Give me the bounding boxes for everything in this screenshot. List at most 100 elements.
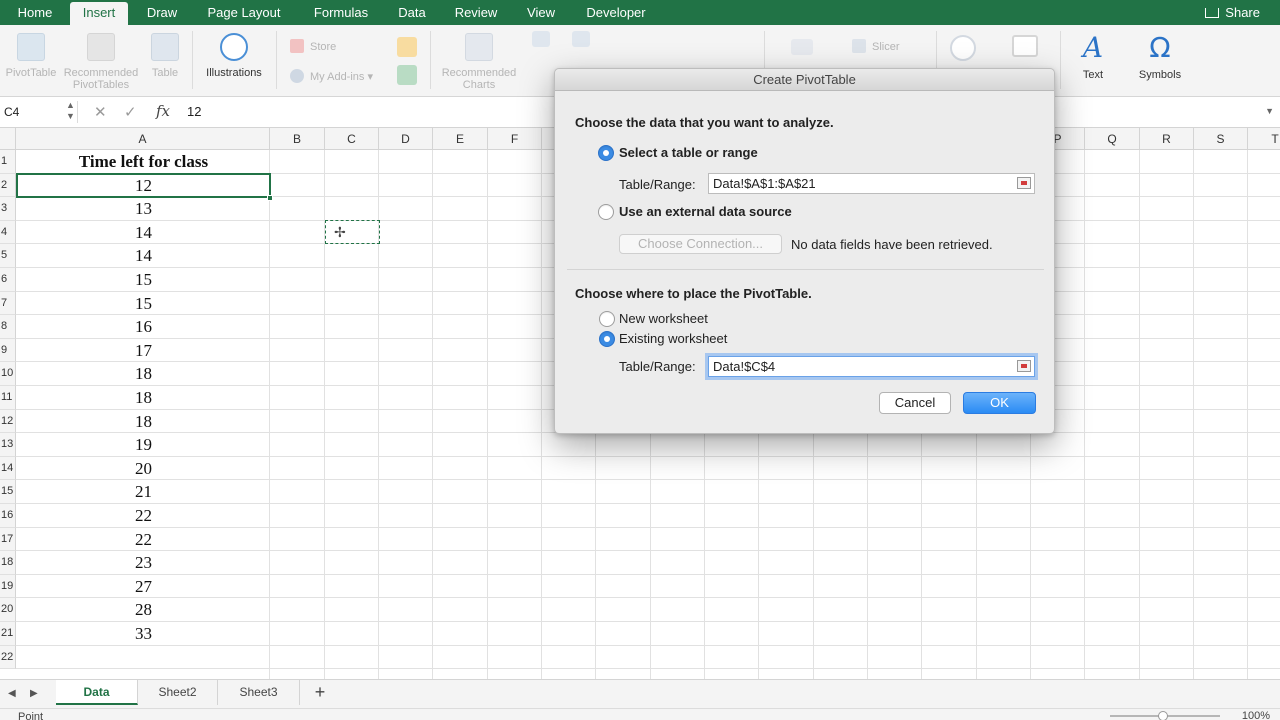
row-header[interactable]: 6 [0,268,16,292]
row-header[interactable]: 14 [0,456,16,481]
row-header[interactable]: 2 [0,173,16,198]
add-sheet-icon[interactable]: + [310,682,330,702]
existing-worksheet-radio[interactable] [599,331,615,347]
text-button[interactable]: A Text [1070,33,1116,82]
my-addins-button[interactable]: My Add-ins ▾ [290,69,373,83]
insert-function-icon[interactable]: fx [156,102,170,120]
select-all-corner[interactable] [0,128,16,150]
tab-home[interactable]: Home [8,0,62,25]
tab-formulas[interactable]: Formulas [304,0,378,25]
row-header[interactable]: 19 [0,574,16,599]
cancel-formula-icon[interactable]: ✕ [94,103,107,121]
tab-data[interactable]: Data [392,0,432,25]
name-box-stepper-icon[interactable]: ▲ ▼ [66,100,75,122]
recommended-pivottables-button[interactable]: Recommended PivotTables [60,33,142,91]
symbols-button[interactable]: Ω Symbols [1132,33,1188,82]
formula-input[interactable]: 12 [187,104,201,119]
column-header[interactable]: A [16,128,270,150]
excel-addin-button[interactable] [396,65,418,91]
row-header[interactable]: 13 [0,433,16,457]
column-header[interactable]: D [379,128,433,150]
row-header[interactable]: 4 [0,220,16,245]
column-a-value-cell[interactable]: 21 [17,480,270,504]
select-table-range-radio[interactable] [598,145,614,161]
column-a-value-cell[interactable]: 16 [17,315,270,339]
fill-handle[interactable] [267,195,273,201]
store-button[interactable]: Store [290,39,336,53]
row-header[interactable]: 9 [0,338,16,363]
column-a-value-cell[interactable]: 20 [17,457,270,481]
comment-button[interactable] [1008,35,1042,63]
column-a-value-cell[interactable]: 18 [17,386,270,410]
next-sheet-icon[interactable]: ▶ [30,688,38,699]
column-a-value-cell[interactable]: 15 [17,268,270,292]
row-header[interactable]: 15 [0,480,16,504]
new-worksheet-radio[interactable] [599,311,615,327]
column-a-header-cell[interactable]: Time left for class [17,150,270,174]
column-a-value-cell[interactable]: 13 [17,197,270,221]
slicer-button[interactable]: Slicer [852,39,900,53]
sheet-tab-sheet3[interactable]: Sheet3 [218,680,300,705]
table-button[interactable]: Table [145,33,185,79]
column-a-value-cell[interactable]: 19 [17,433,270,457]
sheet-tab-sheet2[interactable]: Sheet2 [138,680,218,705]
link-button[interactable] [946,35,980,67]
collapse-dialog-icon[interactable] [1017,177,1031,189]
zoom-slider-thumb[interactable] [1158,711,1168,720]
tab-review[interactable]: Review [448,0,504,25]
new-worksheet-label[interactable]: New worksheet [619,311,708,326]
column-header[interactable]: F [488,128,542,150]
tab-view[interactable]: View [520,0,562,25]
tab-page-layout[interactable]: Page Layout [198,0,290,25]
column-a-value-cell[interactable]: 18 [17,410,270,434]
source-range-input[interactable]: Data!$A$1:$A$21 [708,173,1035,194]
row-header[interactable]: 16 [0,504,16,528]
illustrations-button[interactable]: Illustrations [200,33,268,79]
column-a-value-cell[interactable]: 23 [17,551,270,575]
row-header[interactable]: 20 [0,598,16,622]
row-header[interactable]: 11 [0,386,16,410]
prev-sheet-icon[interactable]: ◀ [8,688,16,699]
select-table-range-label[interactable]: Select a table or range [619,145,758,160]
column-a-value-cell[interactable]: 15 [17,292,270,316]
office-addin-button[interactable] [396,37,418,63]
existing-worksheet-label[interactable]: Existing worksheet [619,331,727,346]
hierarchy-chart-button[interactable] [570,31,592,53]
row-header[interactable]: 7 [0,291,16,316]
row-header[interactable]: 5 [0,244,16,268]
row-header[interactable]: 3 [0,197,16,221]
collapse-dialog-icon[interactable] [1017,360,1031,372]
column-a-value-cell[interactable]: 14 [17,221,270,245]
column-a-value-cell[interactable]: 14 [17,244,270,268]
row-header[interactable]: 12 [0,409,16,434]
row-header[interactable]: 22 [0,645,16,670]
column-header[interactable]: E [433,128,488,150]
column-header[interactable]: B [270,128,325,150]
external-source-radio[interactable] [598,204,614,220]
external-source-label[interactable]: Use an external data source [619,204,792,219]
share-button[interactable]: Share [1205,0,1260,25]
column-a-value-cell[interactable]: 27 [17,575,270,599]
confirm-formula-icon[interactable]: ✓ [124,103,137,121]
column-header[interactable]: T [1248,128,1280,150]
column-a-value-cell[interactable]: 18 [17,362,270,386]
zoom-slider[interactable] [1110,711,1220,720]
ok-button[interactable]: OK [963,392,1036,414]
recommended-charts-button[interactable]: Recommended Charts [440,33,518,91]
row-header[interactable]: 8 [0,315,16,339]
column-header[interactable]: S [1194,128,1248,150]
column-header[interactable]: C [325,128,379,150]
row-header[interactable]: 1 [0,150,16,174]
tab-insert[interactable]: Insert [70,2,128,25]
column-a-value-cell[interactable]: 22 [17,528,270,552]
column-a-value-cell[interactable]: 17 [17,339,270,363]
row-header[interactable]: 17 [0,527,16,552]
expand-formula-icon[interactable]: ▼ [1265,106,1274,116]
destination-range-input[interactable]: Data!$C$4 [708,356,1035,377]
tab-draw[interactable]: Draw [138,0,186,25]
column-chart-button[interactable] [530,31,552,53]
pivottable-button[interactable]: PivotTable [2,33,60,79]
column-header[interactable]: Q [1085,128,1140,150]
row-header[interactable]: 21 [0,622,16,646]
row-header[interactable]: 10 [0,362,16,386]
